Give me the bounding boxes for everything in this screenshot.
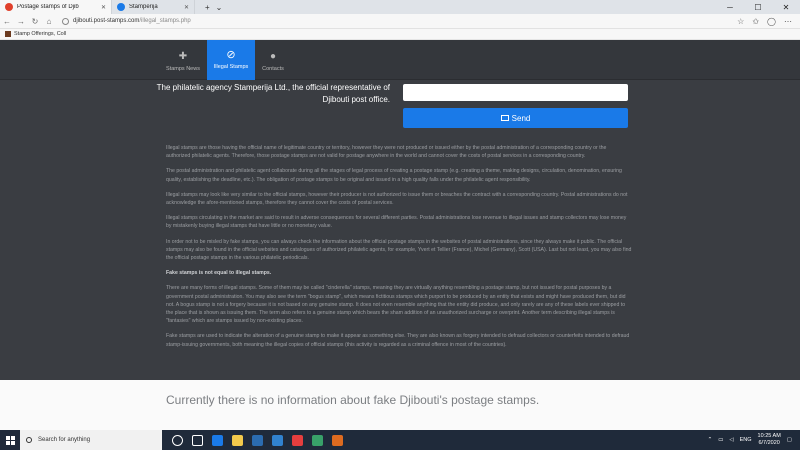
system-tray: ⌃ ▭ ◁ ENG 10:25 AM 6/7/2020 ▢ xyxy=(708,433,800,447)
nav-item-contacts[interactable]: ● Contacts xyxy=(251,44,295,80)
home-icon[interactable]: ⌂ xyxy=(42,17,56,26)
site-navigation: ✚ Stamps News ⊘ Illegal Stamps ● Contact… xyxy=(0,40,800,80)
envelope-icon xyxy=(500,115,509,121)
minimize-icon[interactable]: ─ xyxy=(716,3,744,12)
no-info-message: Currently there is no information about … xyxy=(166,393,540,407)
nav-label: Illegal Stamps xyxy=(213,64,249,70)
bookmark-favicon-icon xyxy=(5,31,11,37)
ban-icon: ⊘ xyxy=(226,49,236,61)
notifications-icon[interactable]: ▢ xyxy=(787,437,792,443)
search-icon xyxy=(26,437,32,443)
clock-time: 10:25 AM xyxy=(757,433,781,439)
maximize-icon[interactable]: ☐ xyxy=(744,3,772,12)
article-paragraph: Illegal stamps circulating in the market… xyxy=(166,215,627,230)
nav-item-stamps-news[interactable]: ✚ Stamps News xyxy=(161,44,205,80)
clock[interactable]: 10:25 AM 6/7/2020 xyxy=(758,433,781,447)
nav-label: Stamps News xyxy=(166,66,200,72)
url-host: djibouti.post-stamps.com xyxy=(73,18,140,24)
article-paragraph: There are many forms of illegal stamps. … xyxy=(166,285,626,325)
mail-icon[interactable] xyxy=(272,434,283,446)
store-icon[interactable] xyxy=(252,434,263,446)
app-icon[interactable] xyxy=(332,434,343,446)
window-close-icon[interactable]: ✕ xyxy=(772,3,800,12)
start-button[interactable] xyxy=(0,430,20,450)
fake-stamps-section: Currently there is no information about … xyxy=(0,380,800,430)
volume-icon[interactable]: ◁ xyxy=(729,437,733,443)
site-favicon-icon xyxy=(117,3,125,11)
refresh-icon[interactable]: ↻ xyxy=(28,17,42,26)
browser-tab-postage[interactable]: Postage stamps of Djib ✕ xyxy=(0,0,112,14)
media-icon[interactable] xyxy=(292,434,303,446)
file-explorer-icon[interactable] xyxy=(232,434,243,446)
taskbar-search-input[interactable]: Search for anything xyxy=(20,430,162,450)
language-indicator[interactable]: ENG xyxy=(740,437,752,443)
article-paragraph: Fake stamps are used to indicate the alt… xyxy=(166,333,630,348)
cortana-icon[interactable] xyxy=(172,434,183,446)
chevron-down-icon[interactable]: ⌄ xyxy=(216,3,223,12)
send-button[interactable]: Send xyxy=(403,108,628,128)
forward-icon[interactable]: → xyxy=(14,17,28,26)
article-bold-line: Fake stamps is not equal to illegal stam… xyxy=(166,270,272,277)
profile-icon[interactable]: ◯ xyxy=(767,17,776,26)
nav-label: Contacts xyxy=(262,66,284,72)
close-icon[interactable]: ✕ xyxy=(101,4,106,11)
url-input[interactable]: djibouti.post-stamps.com/illegal_stamps.… xyxy=(62,16,622,27)
task-view-icon[interactable] xyxy=(192,434,203,446)
windows-taskbar: Search for anything ⌃ ▭ ◁ ENG 10:25 AM 6… xyxy=(0,430,800,450)
address-bar: ← → ↻ ⌂ djibouti.post-stamps.com/illegal… xyxy=(0,14,800,29)
tab-label: Postage stamps of Djib xyxy=(17,4,79,10)
search-placeholder: Search for anything xyxy=(38,437,91,443)
more-icon[interactable]: ⋯ xyxy=(784,17,792,26)
star-icon[interactable]: ☆ xyxy=(737,17,744,26)
favorite-item[interactable]: Stamp Offerings, Coll xyxy=(14,31,66,37)
favorites-icon[interactable]: ✩ xyxy=(752,17,759,26)
article-paragraph: In order not to be misled by fake stamps… xyxy=(166,238,632,262)
clock-date: 6/7/2020 xyxy=(758,440,780,446)
plus-icon: ✚ xyxy=(178,51,188,62)
back-icon[interactable]: ← xyxy=(0,17,14,26)
agency-text: The philatelic agency Stamperija Ltd., t… xyxy=(156,83,390,104)
favorites-bar: Stamp Offerings, Coll xyxy=(0,29,800,40)
browser-tab-stamperija[interactable]: Stamperija ✕ xyxy=(112,0,195,14)
article-paragraph: The postal administration and philatelic… xyxy=(166,168,622,183)
site-favicon-icon xyxy=(5,3,13,11)
network-icon[interactable]: ▭ xyxy=(718,437,723,443)
url-path: /illegal_stamps.php xyxy=(139,18,191,24)
tab-label: Stamperija xyxy=(129,4,158,10)
chevron-up-icon[interactable]: ⌃ xyxy=(708,437,713,443)
info-icon[interactable] xyxy=(62,17,69,25)
send-label: Send xyxy=(511,113,531,123)
message-input[interactable] xyxy=(403,84,628,101)
nav-item-illegal-stamps[interactable]: ⊘ Illegal Stamps xyxy=(207,40,255,80)
chat-bubble-icon: ● xyxy=(269,51,277,62)
article-paragraph: Illegal stamps are those having the offi… xyxy=(166,145,607,160)
article-paragraph: Illegal stamps may look like very simila… xyxy=(166,191,628,207)
new-tab-icon[interactable]: + xyxy=(205,3,210,12)
hero-section: The philatelic agency Stamperija Ltd., t… xyxy=(0,80,800,130)
edge-browser-icon[interactable] xyxy=(212,434,223,446)
illegal-stamps-article: Illegal stamps are those having the offi… xyxy=(166,144,632,356)
windows-logo-icon xyxy=(5,435,15,445)
browser-tab-strip: Postage stamps of Djib ✕ Stamperija ✕ + … xyxy=(0,0,800,14)
close-icon[interactable]: ✕ xyxy=(184,4,189,11)
app-icon[interactable] xyxy=(312,434,323,446)
